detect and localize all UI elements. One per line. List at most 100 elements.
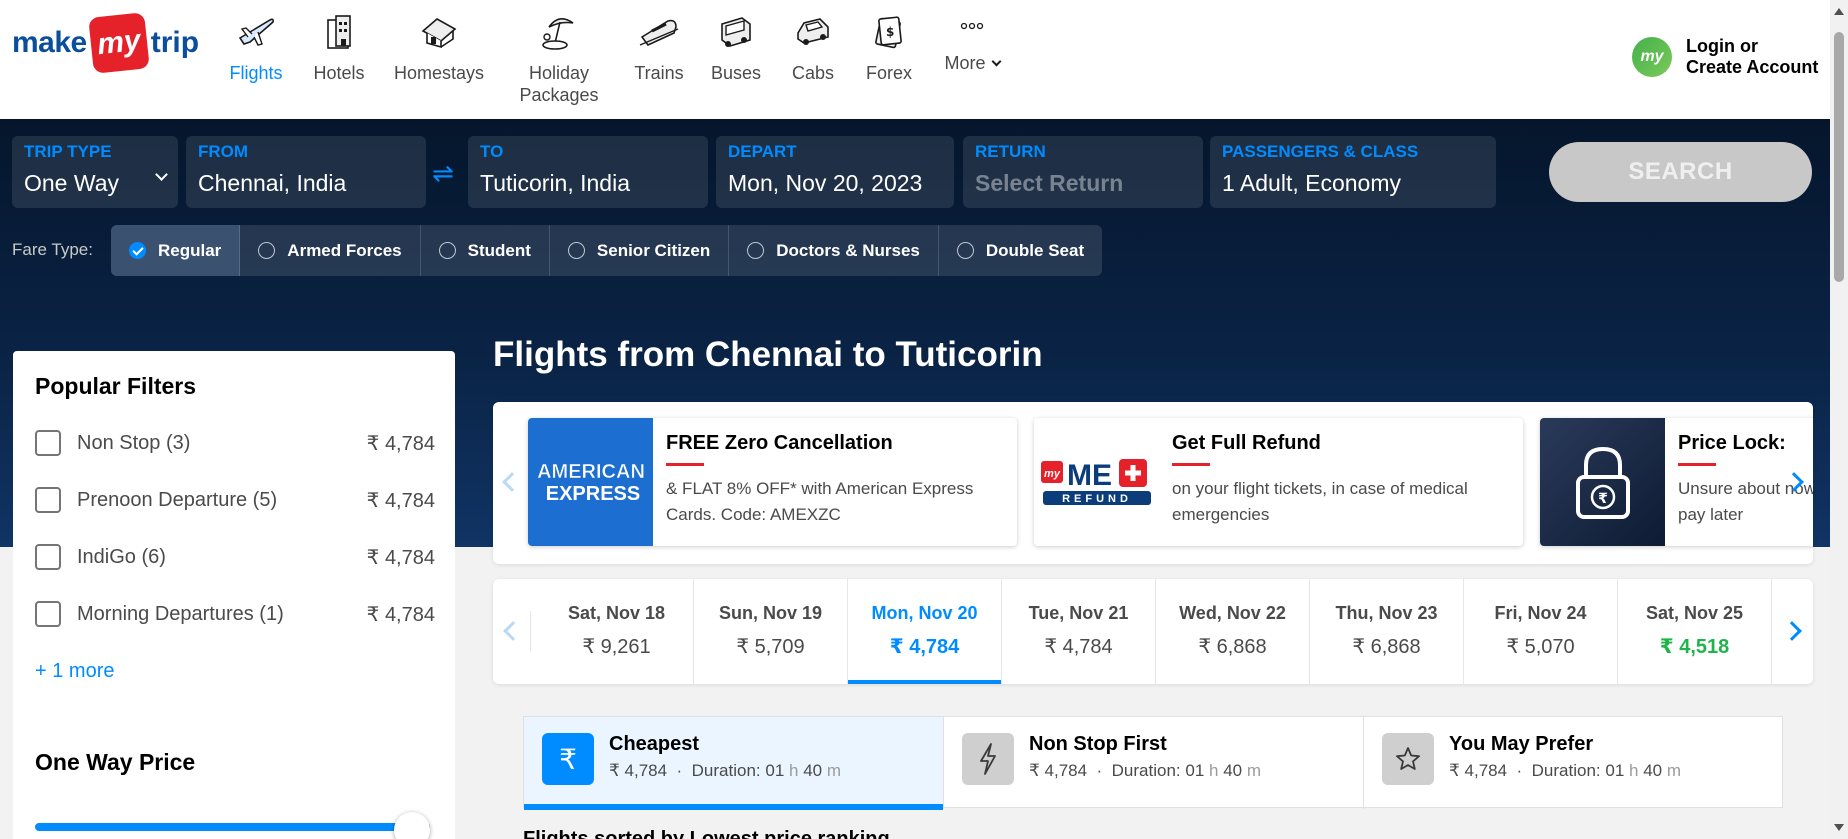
filter-morning-departures[interactable]: Morning Departures (1) ₹ 4,784 [35, 599, 435, 629]
dates-next-arrow[interactable] [1771, 611, 1811, 651]
nav-hotels[interactable]: Hotels [289, 10, 389, 84]
field-label: FROM [198, 142, 249, 161]
offer-card-amex[interactable]: AMERICAN EXPRESS FREE Zero Cancellation &… [528, 418, 1017, 546]
filter-indigo[interactable]: IndiGo (6) ₹ 4,784 [35, 542, 435, 572]
price-slider[interactable] [35, 812, 430, 839]
filter-non-stop[interactable]: Non Stop (3) ₹ 4,784 [35, 428, 435, 458]
train-icon [637, 10, 681, 54]
nav-label: Forex [865, 63, 912, 83]
offers-carousel: AMERICAN EXPRESS FREE Zero Cancellation &… [493, 402, 1813, 564]
svg-text:$: $ [886, 25, 894, 39]
amex-logo: AMERICAN EXPRESS [528, 418, 653, 546]
sort-tab-non-stop-first[interactable]: Non Stop First ₹ 4,784 · Duration: 01 h … [944, 717, 1364, 809]
filter-name: Prenoon Departure (5) [77, 488, 278, 511]
slider-handle[interactable] [394, 812, 430, 839]
swap-icon[interactable]: ⇌ [432, 158, 454, 189]
sort-tab-price: ₹ 4,784 [1449, 761, 1508, 780]
field-label: DEPART [728, 142, 797, 161]
checkbox[interactable] [35, 487, 61, 513]
date-cell[interactable]: Sat, Nov 18 ₹ 9,261 [540, 579, 694, 684]
search-button[interactable]: SEARCH [1549, 142, 1812, 202]
login-line1: Login or [1686, 36, 1758, 56]
field-label: RETURN [975, 142, 1046, 161]
popular-filters-title: Popular Filters [35, 373, 197, 399]
sort-tab-you-may-prefer[interactable]: You May Prefer ₹ 4,784 · Duration: 01 h … [1364, 717, 1784, 809]
fare-option-senior-citizen[interactable]: Senior Citizen [550, 225, 730, 276]
return-field[interactable]: RETURN Select Return [963, 136, 1203, 208]
date-label: Tue, Nov 21 [1028, 603, 1129, 623]
me-refund-logo: my ME REFUND [1034, 418, 1159, 546]
date-cell[interactable]: Sun, Nov 19 ₹ 5,709 [694, 579, 848, 684]
sort-tab-title: Non Stop First [1029, 733, 1167, 755]
to-field[interactable]: TO Tuticorin, India [468, 136, 708, 208]
date-cell[interactable]: Thu, Nov 23 ₹ 6,868 [1310, 579, 1464, 684]
sort-tab-subtitle: ₹ 4,784 · Duration: 01 h 40 m [1029, 761, 1262, 780]
fare-option-armed-forces[interactable]: Armed Forces [240, 225, 421, 276]
offer-title-underline [1172, 463, 1210, 466]
offer-card-refund[interactable]: my ME REFUND Get Full Refund on your fligh… [1034, 418, 1523, 546]
fare-option-regular[interactable]: Regular [111, 225, 241, 276]
fare-option-label: Student [467, 240, 531, 260]
filter-name: IndiGo (6) [77, 545, 166, 568]
checkbox[interactable] [35, 601, 61, 627]
passengers-class-field[interactable]: PASSENGERS & CLASS 1 Adult, Economy [1210, 136, 1496, 208]
date-cell[interactable]: Fri, Nov 24 ₹ 5,070 [1464, 579, 1618, 684]
filter-prenoon-departure[interactable]: Prenoon Departure (5) ₹ 4,784 [35, 485, 435, 515]
checkbox[interactable] [35, 544, 61, 570]
login-button[interactable]: my Login or Create Account [1632, 36, 1818, 78]
chevron-right-icon [1781, 621, 1802, 641]
makemytrip-logo[interactable]: make my trip [12, 12, 200, 74]
scroll-down-arrow-icon[interactable] [1834, 824, 1844, 831]
sort-tab-text: You May Prefer ₹ 4,784 · Duration: 01 h … [1449, 733, 1681, 781]
logo-trip-text: trip [150, 26, 200, 59]
page-scrollbar[interactable] [1830, 0, 1848, 839]
offer-card-price-lock[interactable]: ₹ Price Lock: Unsure about now, pay late… [1540, 418, 1813, 546]
sort-tab-cheapest[interactable]: ₹ Cheapest ₹ 4,784 · Duration: 01 h 40 m [524, 717, 944, 810]
dates-prev-arrow[interactable] [495, 611, 531, 651]
offers-next-arrow[interactable] [1779, 462, 1809, 502]
from-field[interactable]: FROM Chennai, India [186, 136, 426, 208]
fare-option-label: Double Seat [985, 240, 1085, 260]
offer-content: Get Full Refund on your flight tickets, … [1172, 432, 1513, 528]
fare-option-student[interactable]: Student [421, 225, 550, 276]
filter-price: ₹ 4,784 [366, 546, 435, 569]
top-header: make my trip Flights Hotels Homestays Ho… [0, 0, 1830, 119]
field-value: One Way [24, 170, 120, 196]
nav-label: Homestays [393, 63, 485, 83]
date-cell-selected[interactable]: Mon, Nov 20 ₹ 4,784 [848, 579, 1002, 684]
offer-description: & FLAT 8% OFF* with American Express Car… [666, 479, 974, 524]
star-icon [1382, 733, 1434, 785]
fare-option-double-seat[interactable]: Double Seat [939, 225, 1102, 276]
sort-tab-price: ₹ 4,784 [1029, 761, 1088, 780]
date-label: Thu, Nov 23 [1335, 603, 1438, 623]
date-cell[interactable]: Wed, Nov 22 ₹ 6,868 [1156, 579, 1310, 684]
sort-tabs: ₹ Cheapest ₹ 4,784 · Duration: 01 h 40 m… [523, 716, 1784, 810]
sort-tab-subtitle: ₹ 4,784 · Duration: 01 h 40 m [1449, 761, 1682, 780]
offers-prev-arrow[interactable] [497, 462, 527, 502]
svg-text:₹: ₹ [1598, 491, 1608, 507]
date-price: ₹ 9,261 [582, 636, 651, 658]
logo-make-text: make [12, 26, 87, 59]
checkbox[interactable] [35, 430, 61, 456]
trip-type-select[interactable]: TRIP TYPE One Way [12, 136, 178, 208]
depart-field[interactable]: DEPART Mon, Nov 20, 2023 [716, 136, 954, 208]
nav-homestays[interactable]: Homestays [389, 10, 489, 84]
field-value: Tuticorin, India [480, 170, 630, 196]
sort-tab-title: Cheapest [609, 733, 700, 755]
date-cell[interactable]: Sat, Nov 25 ₹ 4,518 [1618, 579, 1772, 684]
offer-title-underline [666, 463, 704, 466]
date-cell[interactable]: Tue, Nov 21 ₹ 4,784 [1002, 579, 1156, 684]
filter-price: ₹ 4,784 [366, 603, 435, 626]
offer-title: FREE Zero Cancellation [666, 432, 893, 454]
nav-label: More [944, 52, 1001, 74]
scrollbar-thumb[interactable] [1834, 32, 1844, 282]
more-filters-link[interactable]: + 1 more [35, 660, 114, 683]
avatar: my [1632, 37, 1672, 77]
date-label: Sat, Nov 18 [567, 603, 666, 623]
fare-option-doctors-nurses[interactable]: Doctors & Nurses [729, 225, 939, 276]
nav-holiday-packages[interactable]: Holiday Packages [509, 10, 609, 106]
nav-more[interactable]: More [922, 10, 1022, 74]
filter-price: ₹ 4,784 [366, 432, 435, 455]
scroll-up-arrow-icon[interactable] [1834, 8, 1844, 15]
date-price: ₹ 5,709 [736, 636, 805, 658]
